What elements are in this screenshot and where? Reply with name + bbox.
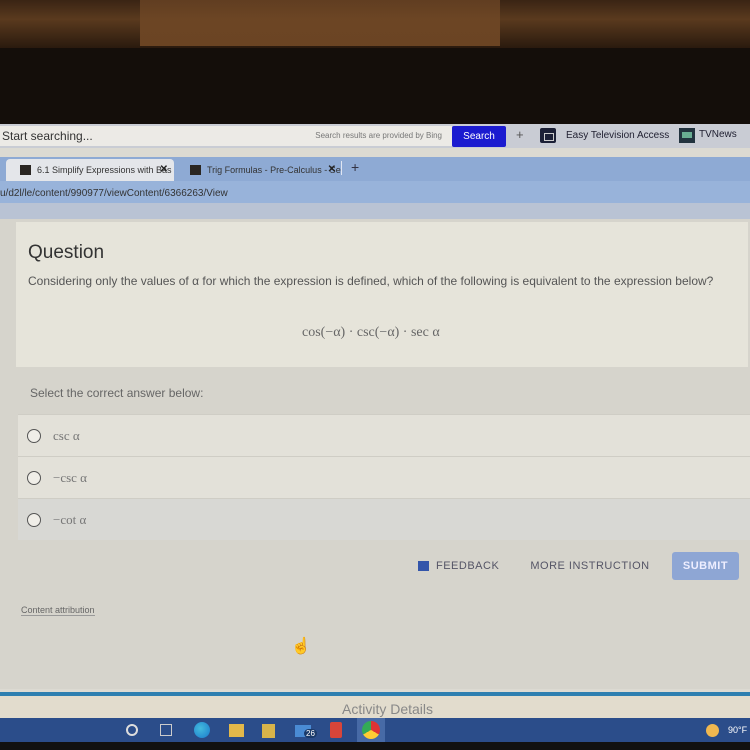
search-icon[interactable] bbox=[126, 724, 138, 736]
question-text: Considering only the values of α for whi… bbox=[28, 274, 714, 288]
radio-button[interactable] bbox=[27, 470, 41, 485]
question-title: Question bbox=[28, 242, 105, 263]
screen: Start searching... Search results are pr… bbox=[0, 124, 750, 750]
address-url[interactable]: u/d2l/le/content/990977/viewContent/6366… bbox=[0, 188, 228, 199]
edge-icon[interactable] bbox=[194, 722, 210, 738]
close-icon[interactable]: ✕ bbox=[328, 164, 336, 175]
answer-option[interactable]: −csc α bbox=[18, 456, 750, 498]
plus-icon[interactable]: + bbox=[516, 127, 524, 142]
select-answer-label: Select the correct answer below: bbox=[30, 386, 204, 400]
question-expression: cos(−α) · csc(−α) · sec α bbox=[302, 325, 440, 340]
file-explorer-icon[interactable] bbox=[229, 724, 244, 737]
option-label: −csc α bbox=[53, 469, 87, 485]
monitor-bezel-top bbox=[0, 0, 750, 48]
page-header-strip bbox=[0, 203, 750, 219]
tv-icon[interactable] bbox=[540, 128, 556, 143]
question-card: Question Considering only the values of … bbox=[16, 222, 748, 367]
feedback-label: FEEDBACK bbox=[436, 560, 500, 572]
content-attribution-link[interactable]: Content attribution bbox=[21, 605, 95, 616]
search-placeholder: Start searching... bbox=[2, 129, 93, 143]
site-favicon-icon bbox=[190, 165, 201, 175]
option-label: −cot α bbox=[53, 511, 87, 527]
bing-search-button[interactable]: Search bbox=[452, 126, 506, 147]
task-view-icon[interactable] bbox=[160, 724, 172, 736]
bing-search-input[interactable]: Start searching... Search results are pr… bbox=[0, 126, 452, 146]
bing-toolbar: Start searching... Search results are pr… bbox=[0, 124, 750, 148]
tab-label: 6.1 Simplify Expressions with Bas bbox=[37, 165, 172, 175]
answer-option[interactable]: csc α bbox=[18, 414, 750, 456]
bookmark-easy-television-access[interactable]: Easy Television Access bbox=[566, 130, 669, 141]
site-favicon-icon bbox=[20, 165, 31, 175]
tab-simplify-expressions[interactable]: 6.1 Simplify Expressions with Bas ✕ bbox=[6, 159, 174, 181]
mail-badge: 26 bbox=[304, 729, 317, 738]
radio-button[interactable] bbox=[27, 512, 41, 527]
radio-button[interactable] bbox=[27, 428, 41, 443]
weather-icon[interactable] bbox=[706, 724, 719, 737]
bookmark-tvnews[interactable]: TVNews bbox=[699, 129, 737, 140]
feedback-button[interactable]: FEEDBACK bbox=[418, 552, 504, 580]
monitor-bezel-bottom bbox=[0, 742, 750, 750]
new-tab-button[interactable]: + bbox=[351, 159, 359, 175]
close-icon[interactable]: ✕ bbox=[160, 164, 168, 175]
background-light bbox=[140, 0, 500, 46]
temperature[interactable]: 90°F bbox=[728, 725, 747, 735]
provider-text: Search results are provided by Bing bbox=[315, 131, 442, 140]
tab-trig-formulas[interactable]: Trig Formulas - Pre-Calculus - Se ✕ bbox=[176, 159, 342, 181]
option-label: csc α bbox=[53, 427, 80, 443]
hand-cursor-icon: ☝ bbox=[291, 638, 311, 655]
store-icon[interactable] bbox=[262, 724, 275, 738]
submit-button[interactable]: SUBMIT bbox=[672, 552, 739, 580]
tvnews-icon[interactable] bbox=[679, 128, 695, 143]
chrome-icon[interactable] bbox=[362, 721, 380, 739]
tab-bar: 6.1 Simplify Expressions with Bas ✕ Trig… bbox=[0, 157, 750, 181]
activity-details-label[interactable]: Activity Details bbox=[342, 701, 433, 717]
answer-option[interactable]: −cot α bbox=[18, 498, 750, 540]
tab-divider bbox=[341, 161, 342, 175]
more-instruction-button[interactable]: MORE INSTRUCTION bbox=[524, 552, 656, 580]
office-icon[interactable] bbox=[330, 722, 342, 738]
tab-label: Trig Formulas - Pre-Calculus - Se bbox=[207, 165, 341, 175]
feedback-icon bbox=[418, 561, 429, 571]
monitor-bezel bbox=[0, 48, 750, 154]
answer-options: csc α −csc α −cot α bbox=[18, 414, 750, 540]
